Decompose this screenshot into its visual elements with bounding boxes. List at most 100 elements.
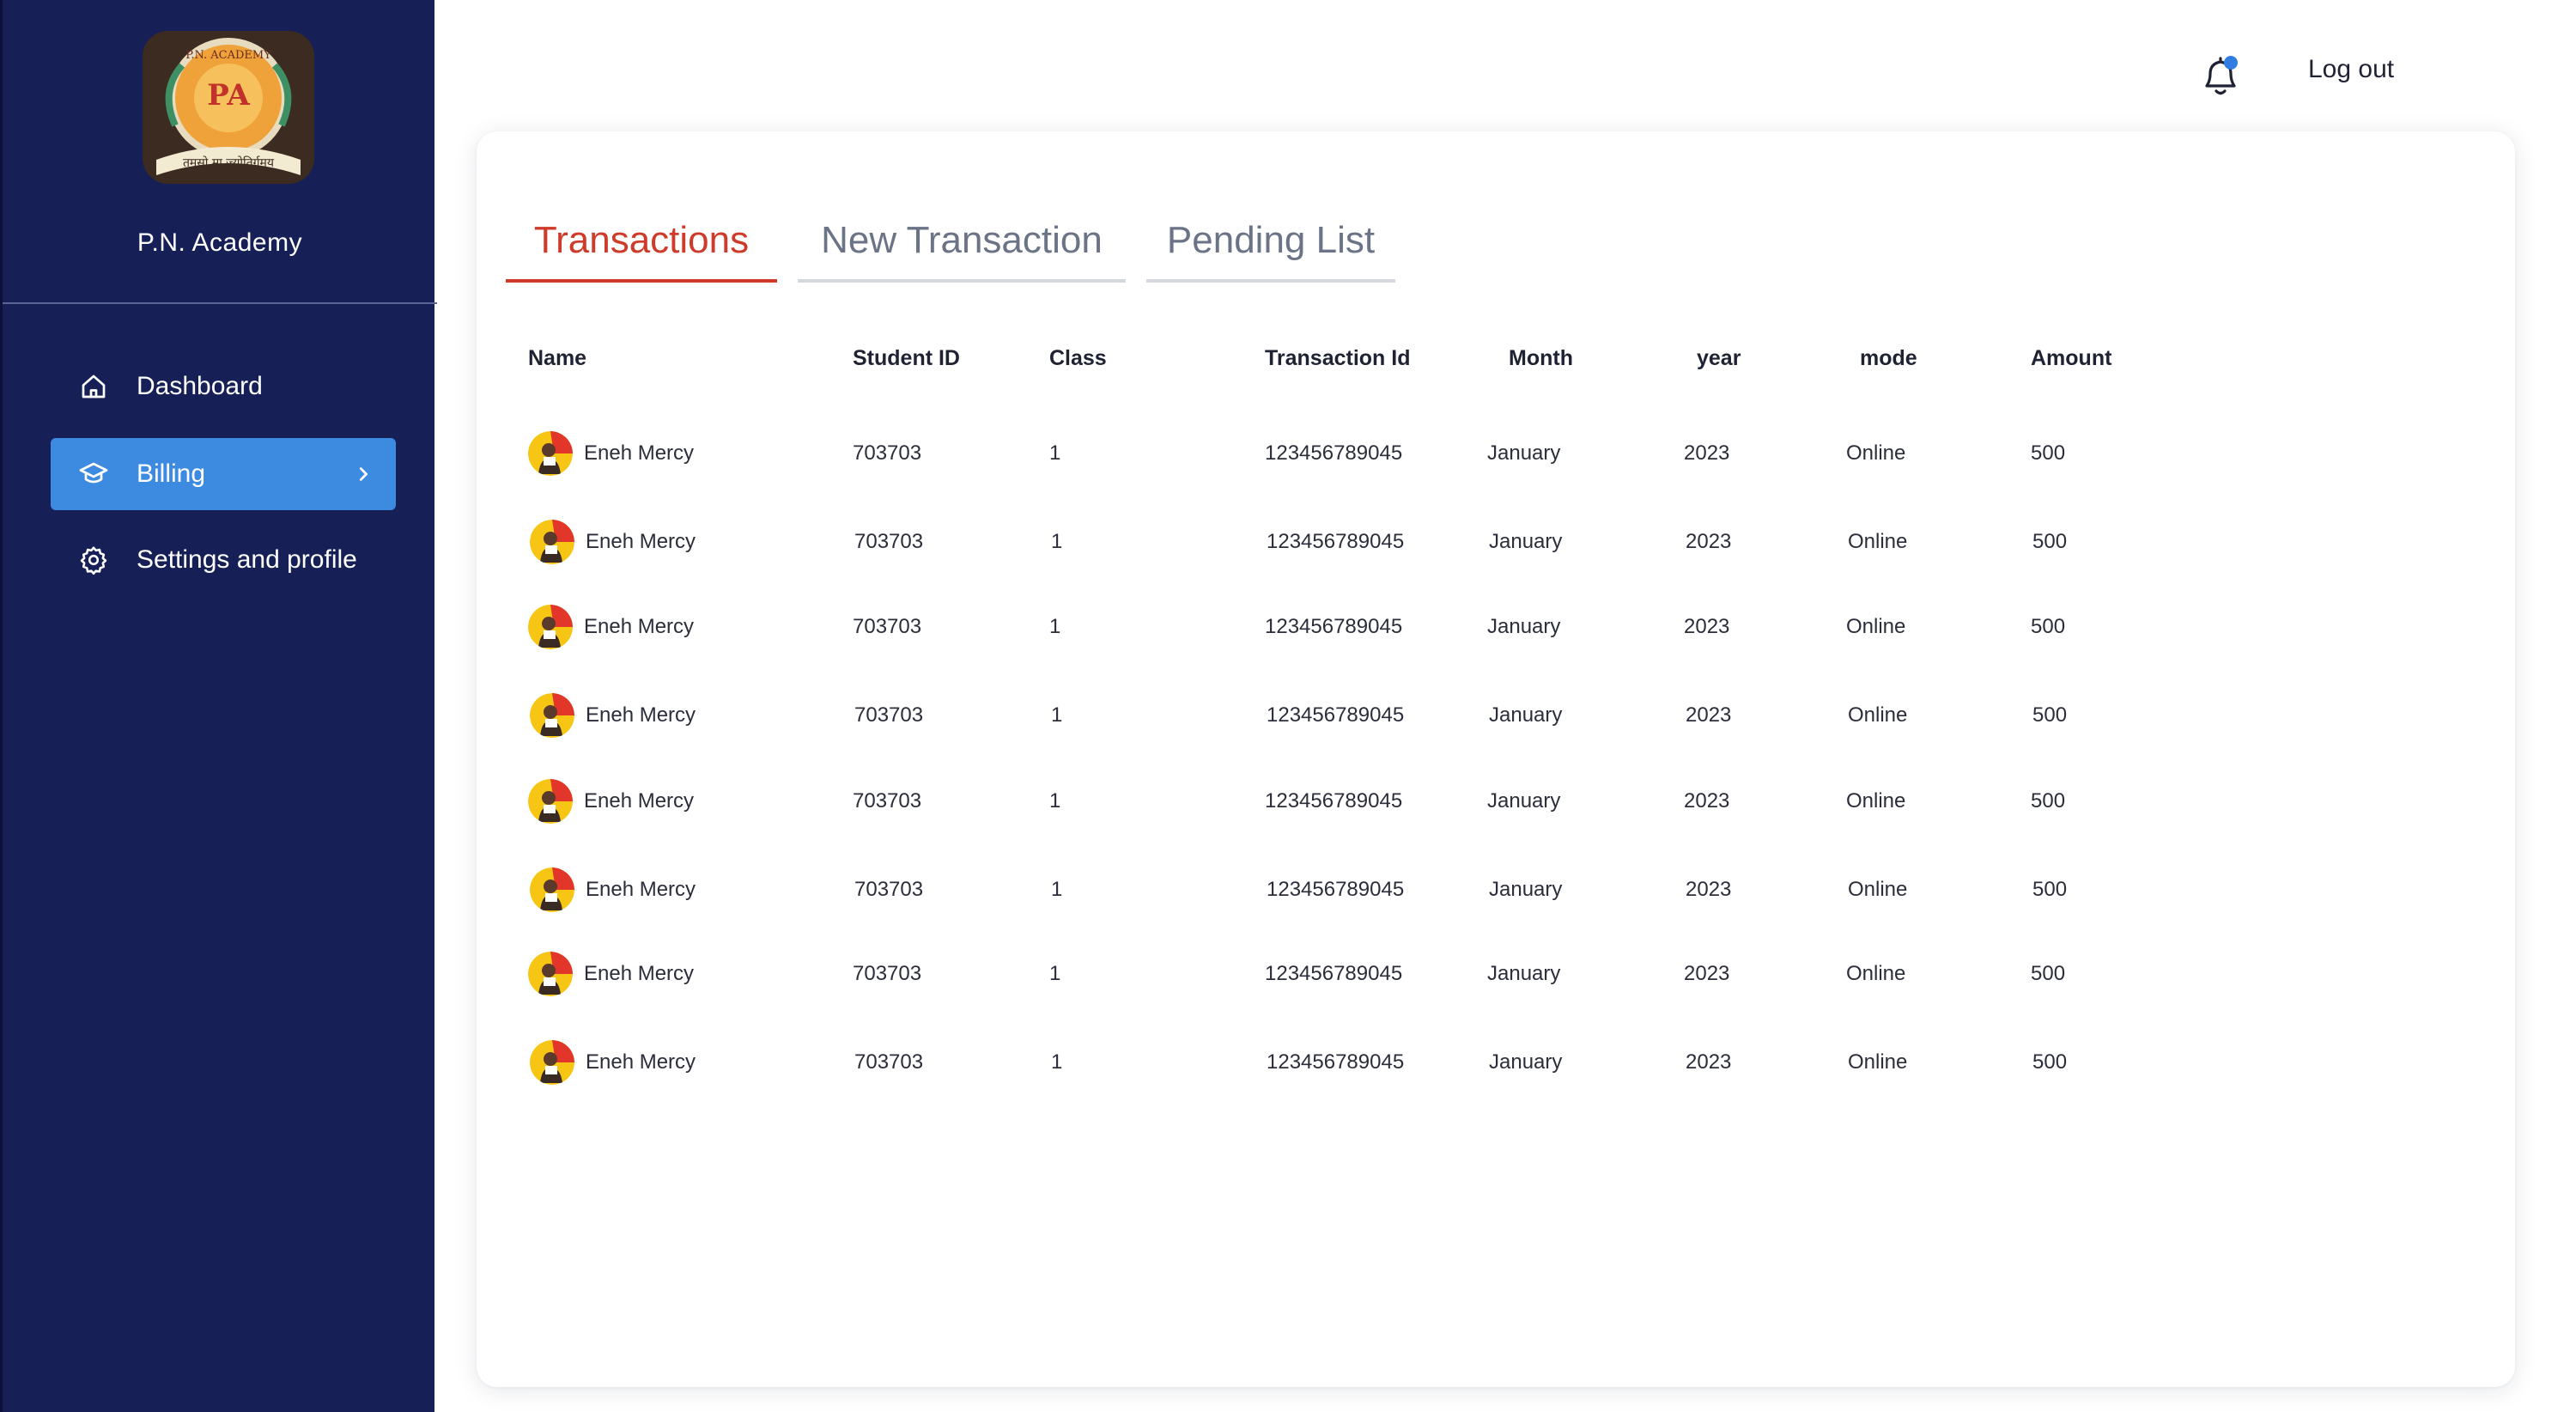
cell-month: January bbox=[1487, 441, 1561, 465]
cell-month: January bbox=[1487, 962, 1561, 985]
table-row[interactable]: Eneh Mercy 703703 1 123456789045 January 2023… bbox=[477, 428, 2515, 479]
cell-student-id: 703703 bbox=[853, 615, 922, 638]
cell-name: Eneh Mercy bbox=[586, 878, 696, 901]
cell-class: 1 bbox=[1051, 878, 1063, 901]
cell-class: 1 bbox=[1049, 962, 1061, 985]
cell-mode: Online bbox=[1846, 615, 1906, 638]
cell-year: 2023 bbox=[1684, 789, 1730, 813]
cell-mode: Online bbox=[1848, 878, 1908, 901]
cell-name: Eneh Mercy bbox=[584, 615, 695, 638]
cell-student-id: 703703 bbox=[853, 962, 922, 985]
sidebar-divider bbox=[3, 302, 437, 304]
cell-transaction-id: 123456789045 bbox=[1267, 1050, 1405, 1074]
avatar bbox=[530, 1040, 574, 1085]
logo-motto: तमसो मा ज्योतिर्गमय bbox=[183, 155, 275, 170]
cell-name: Eneh Mercy bbox=[584, 441, 695, 465]
column-header-year: year bbox=[1697, 346, 1741, 370]
cell-amount: 500 bbox=[2032, 703, 2068, 727]
tab-transactions[interactable]: Transactions bbox=[506, 214, 777, 283]
cell-month: January bbox=[1489, 1050, 1563, 1074]
cell-transaction-id: 123456789045 bbox=[1265, 441, 1403, 465]
table-row[interactable]: Eneh Mercy 703703 1 123456789045 January 2023… bbox=[477, 690, 2515, 741]
sidebar-item-billing[interactable]: Billing bbox=[51, 438, 396, 510]
sidebar-item-settings[interactable]: Settings and profile bbox=[51, 524, 396, 596]
cell-year: 2023 bbox=[1684, 441, 1730, 465]
cell-month: January bbox=[1487, 615, 1561, 638]
cell-month: January bbox=[1487, 789, 1561, 813]
cell-year: 2023 bbox=[1686, 878, 1732, 901]
billing-icon bbox=[75, 455, 112, 493]
sidebar: PA P.N. ACADEMY तमसो मा ज्योतिर्गमय P.N.… bbox=[0, 0, 437, 1412]
cell-class: 1 bbox=[1049, 441, 1061, 465]
avatar bbox=[530, 867, 574, 912]
cell-student-id: 703703 bbox=[854, 1050, 924, 1074]
cell-year: 2023 bbox=[1684, 615, 1730, 638]
cell-year: 2023 bbox=[1686, 530, 1732, 553]
column-header-amount: Amount bbox=[2031, 346, 2112, 370]
cell-mode: Online bbox=[1846, 441, 1906, 465]
cell-year: 2023 bbox=[1684, 962, 1730, 985]
avatar bbox=[528, 605, 573, 649]
transactions-card: Transactions New Transaction Pending Lis… bbox=[477, 131, 2515, 1387]
cell-student-id: 703703 bbox=[853, 789, 922, 813]
cell-transaction-id: 123456789045 bbox=[1267, 703, 1405, 727]
table-row[interactable]: Eneh Mercy 703703 1 123456789045 January 2023… bbox=[477, 864, 2515, 916]
avatar bbox=[528, 779, 573, 824]
cell-class: 1 bbox=[1049, 615, 1061, 638]
chevron-right-icon bbox=[346, 457, 380, 491]
cell-class: 1 bbox=[1049, 789, 1061, 813]
cell-class: 1 bbox=[1051, 1050, 1063, 1074]
cell-transaction-id: 123456789045 bbox=[1265, 789, 1403, 813]
column-header-transaction-id: Transaction Id bbox=[1265, 346, 1411, 370]
column-header-mode: mode bbox=[1860, 346, 1917, 370]
svg-text:PA: PA bbox=[207, 78, 250, 113]
cell-amount: 500 bbox=[2031, 789, 2066, 813]
cell-amount: 500 bbox=[2032, 1050, 2068, 1074]
brand-name: P.N. Academy bbox=[137, 228, 303, 257]
home-icon bbox=[75, 368, 112, 405]
cell-class: 1 bbox=[1051, 703, 1063, 727]
cell-student-id: 703703 bbox=[853, 441, 922, 465]
cell-name: Eneh Mercy bbox=[586, 530, 696, 553]
logo-text: P.N. ACADEMY bbox=[185, 49, 271, 62]
column-header-name: Name bbox=[528, 346, 587, 370]
academy-logo: PA P.N. ACADEMY तमसो मा ज्योतिर्गमय bbox=[143, 31, 314, 184]
logout-button[interactable]: Log out bbox=[2308, 55, 2394, 84]
cell-amount: 500 bbox=[2032, 878, 2068, 901]
cell-amount: 500 bbox=[2031, 615, 2066, 638]
cell-month: January bbox=[1489, 530, 1563, 553]
avatar bbox=[530, 693, 574, 738]
avatar bbox=[528, 952, 573, 996]
table-row[interactable]: Eneh Mercy 703703 1 123456789045 January 2023… bbox=[477, 948, 2515, 1000]
table-row[interactable]: Eneh Mercy 703703 1 123456789045 January 2023… bbox=[477, 1037, 2515, 1088]
table-row[interactable]: Eneh Mercy 703703 1 123456789045 January 2023… bbox=[477, 601, 2515, 653]
column-header-class: Class bbox=[1049, 346, 1107, 370]
column-header-student-id: Student ID bbox=[853, 346, 960, 370]
notification-dot bbox=[2224, 56, 2238, 70]
sidebar-item-label: Billing bbox=[137, 460, 206, 488]
cell-mode: Online bbox=[1846, 789, 1906, 813]
cell-amount: 500 bbox=[2031, 962, 2066, 985]
cell-year: 2023 bbox=[1686, 703, 1732, 727]
tab-pending-list[interactable]: Pending List bbox=[1146, 214, 1395, 283]
cell-name: Eneh Mercy bbox=[586, 1050, 696, 1074]
sidebar-item-dashboard[interactable]: Dashboard bbox=[51, 350, 396, 423]
cell-transaction-id: 123456789045 bbox=[1265, 962, 1403, 985]
cell-month: January bbox=[1489, 878, 1563, 901]
cell-student-id: 703703 bbox=[854, 703, 924, 727]
cell-mode: Online bbox=[1848, 703, 1908, 727]
cell-month: January bbox=[1489, 703, 1563, 727]
tab-new-transaction[interactable]: New Transaction bbox=[798, 214, 1126, 283]
avatar bbox=[528, 431, 573, 476]
table-row[interactable]: Eneh Mercy 703703 1 123456789045 January 2023… bbox=[477, 516, 2515, 568]
table-row[interactable]: Eneh Mercy 703703 1 123456789045 January 2023… bbox=[477, 776, 2515, 827]
cell-class: 1 bbox=[1051, 530, 1063, 553]
cell-mode: Online bbox=[1848, 530, 1908, 553]
notification-bell-icon[interactable] bbox=[2198, 52, 2243, 100]
sidebar-item-label: Dashboard bbox=[137, 372, 263, 400]
cell-year: 2023 bbox=[1686, 1050, 1732, 1074]
cell-transaction-id: 123456789045 bbox=[1267, 878, 1405, 901]
cell-amount: 500 bbox=[2031, 441, 2066, 465]
cell-mode: Online bbox=[1848, 1050, 1908, 1074]
avatar bbox=[530, 520, 574, 564]
